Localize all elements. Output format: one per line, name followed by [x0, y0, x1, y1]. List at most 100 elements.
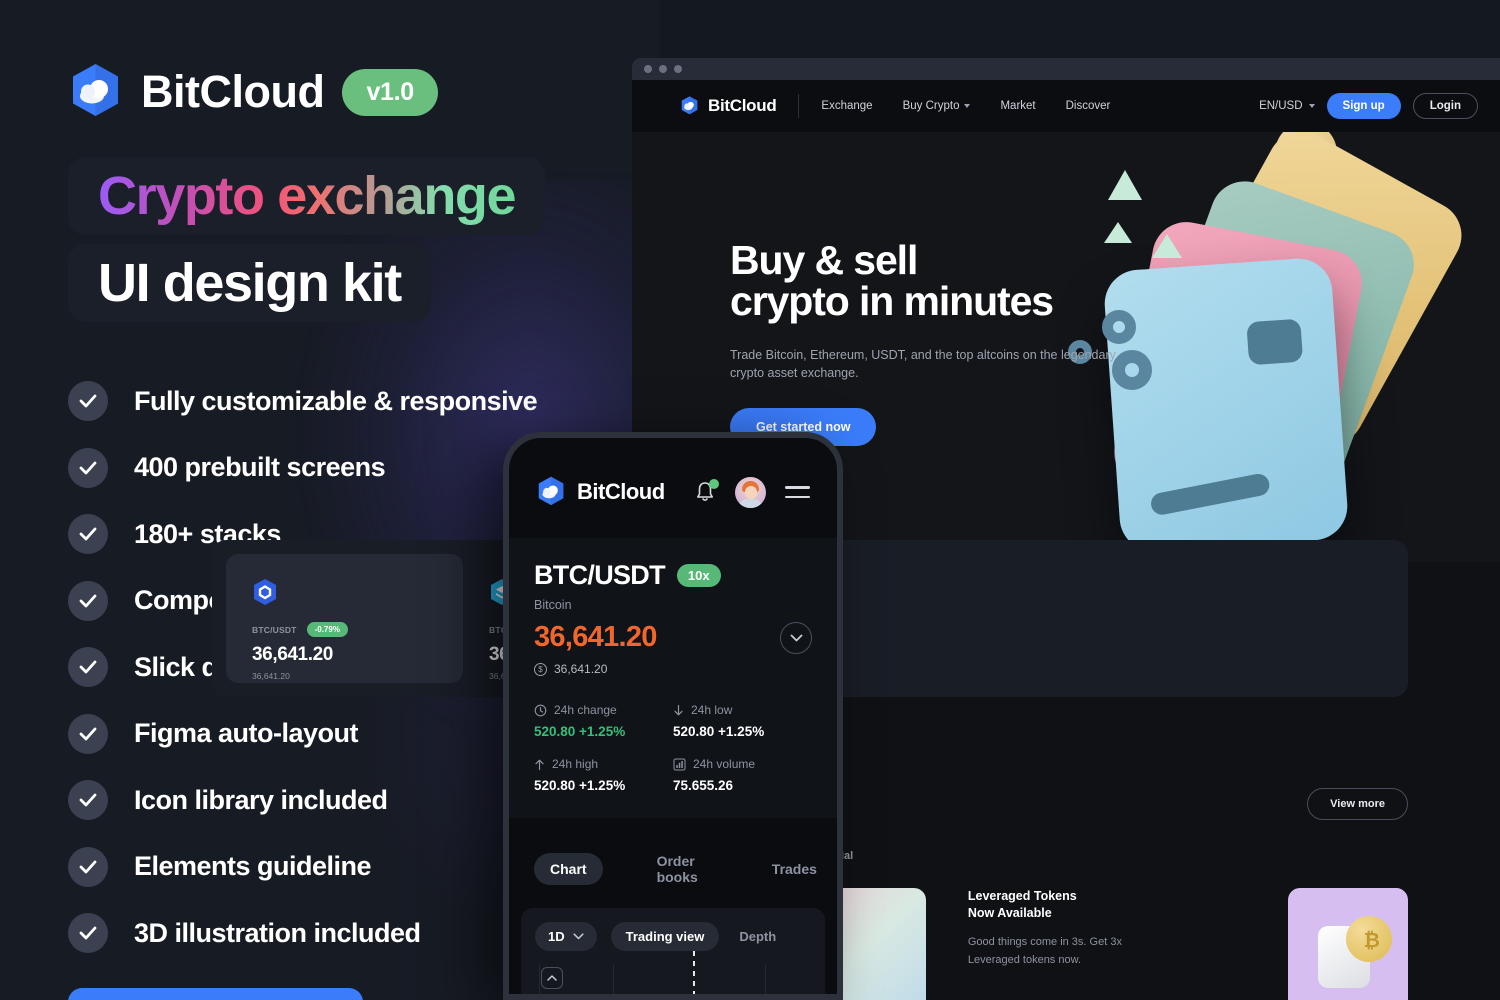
clock-icon — [534, 704, 547, 716]
chart-view-trading[interactable]: Trading view — [610, 922, 720, 951]
stat-label: 24h change — [554, 703, 617, 717]
window-minimize-dot-icon[interactable] — [659, 65, 667, 73]
feature-label: Figma auto-layout — [134, 718, 359, 749]
window-maximize-dot-icon[interactable] — [674, 65, 682, 73]
market-stats-grid: 24h change 520.80 +1.25% 24h low 520.80 … — [534, 703, 812, 793]
pair-header: BTC/USDT 10x — [534, 560, 812, 591]
hero-subtitle: Trade Bitcoin, Ethereum, USDT, and the t… — [730, 348, 1116, 381]
tab-order-books[interactable]: Order books — [641, 845, 714, 893]
nav-link-discover[interactable]: Discover — [1066, 100, 1111, 112]
stat-label: 24h volume — [693, 757, 756, 771]
chevron-down-icon — [964, 104, 971, 108]
tab-chart[interactable]: Chart — [534, 853, 603, 885]
stat-cell: 24h change 520.80 +1.25% — [534, 703, 673, 739]
headline-crypto-exchange: Crypto exchange — [98, 166, 517, 226]
stat-value: 520.80 +1.25% — [673, 724, 765, 739]
price-usd-row: $ 36,641.20 — [534, 662, 812, 676]
stat-label-row: 24h change — [534, 703, 673, 717]
pyramid-decoration — [1108, 170, 1142, 200]
view-more-button[interactable]: View more — [1307, 788, 1408, 820]
cloud-hexagon-icon — [538, 476, 564, 506]
feature-label: Elements guideline — [134, 851, 372, 882]
chart-view-depth[interactable]: Depth — [733, 922, 782, 951]
version-badge: v1.0 — [342, 68, 438, 116]
interval-selector[interactable]: 1D — [535, 922, 597, 951]
phone-brand[interactable]: BitCloud — [536, 476, 665, 508]
arrow-up-icon — [535, 759, 544, 770]
collapse-chart-button[interactable] — [541, 967, 563, 989]
nav-link-exchange[interactable]: Exchange — [821, 100, 872, 112]
hero-title-line2: crypto in minutes — [730, 278, 1054, 324]
card-chip-decoration — [1246, 318, 1304, 366]
interval-label: 1D — [548, 929, 565, 944]
price-usd: 36,641.20 — [554, 662, 608, 676]
hero-copy: Buy & sell crypto in minutes Trade Bitco… — [730, 240, 1150, 447]
chevron-down-icon — [573, 933, 584, 940]
tab-trades[interactable]: Trades — [756, 853, 833, 885]
primary-cta-button[interactable] — [68, 988, 363, 1000]
stat-value: 520.80 +1.25% — [534, 778, 626, 793]
hamburger-menu-icon[interactable] — [785, 486, 810, 498]
signup-button[interactable]: Sign up — [1326, 93, 1401, 119]
nav-link-buy-crypto[interactable]: Buy Crypto — [903, 100, 971, 112]
feature-item: Fully customizable & responsive — [68, 368, 538, 435]
chevron-down-icon — [790, 634, 802, 641]
nav-link-label: Discover — [1065, 100, 1111, 112]
chevron-up-icon — [547, 975, 557, 981]
stat-label: 24h high — [552, 757, 599, 771]
promo-body-line2: Leveraged tokens now. — [967, 954, 1081, 967]
arrow-down-icon — [674, 704, 683, 715]
chevron-down-icon — [1308, 104, 1315, 108]
site-navbar: BitCloud Exchange Buy Crypto Market Disc… — [632, 80, 1500, 132]
phone-brand-name: BitCloud — [577, 479, 665, 504]
navbar-actions: EN/USD Sign up Login — [1259, 93, 1478, 119]
headline-band-1: Crypto exchange — [68, 157, 546, 235]
stat-cell: 24h volume 75.655.26 — [673, 757, 812, 793]
language-label: EN/USD — [1259, 100, 1303, 112]
current-price: 36,641.20 — [534, 621, 657, 653]
card-stripe-decoration — [1149, 472, 1272, 517]
stat-cell: 24h low 520.80 +1.25% — [673, 703, 812, 739]
window-close-dot-icon[interactable] — [644, 65, 652, 73]
stat-label-row: 24h low — [673, 703, 812, 717]
nav-link-label: Exchange — [821, 100, 873, 112]
feature-label: Fully customizable & responsive — [134, 385, 538, 416]
notification-bell-icon[interactable] — [694, 479, 719, 504]
avatar-body — [739, 498, 762, 508]
brand-lockup: BitCloud v1.0 — [68, 63, 438, 121]
chart-crosshair-dashed — [693, 951, 695, 994]
avatar[interactable] — [735, 476, 766, 508]
stat-label: 24h low — [691, 703, 733, 717]
nav-link-label: Buy Crypto — [902, 100, 960, 112]
check-icon — [68, 713, 108, 754]
headline-ui-design-kit: UI design kit — [98, 253, 402, 313]
language-currency-selector[interactable]: EN/USD — [1259, 100, 1315, 112]
promo-card-illustration[interactable]: ₿ — [1287, 888, 1409, 1000]
chart-gridline-vertical — [539, 965, 540, 994]
promo-block: Leveraged Tokens Now Available Good thin… — [968, 888, 1246, 1000]
feature-item: Elements guideline — [68, 834, 537, 901]
phone-appbar-actions — [694, 476, 810, 508]
navbar-brand[interactable]: BitCloud — [680, 96, 777, 116]
login-button[interactable]: Login — [1412, 93, 1478, 119]
feature-label: 400 prebuilt screens — [134, 452, 386, 483]
expand-price-button[interactable] — [780, 621, 812, 654]
stat-cell: 24h high 520.80 +1.25% — [534, 757, 673, 793]
pyramid-decoration — [1152, 234, 1182, 258]
check-icon — [68, 447, 108, 488]
bar-chart-icon — [673, 758, 686, 770]
chart-gridline-vertical — [765, 965, 766, 994]
promo-title-line2: Now Available — [967, 905, 1052, 920]
brand-name: BitCloud — [141, 66, 325, 117]
ticker-card[interactable]: BTC/USDT -0.79% 36,641.20 36,641.20 — [226, 554, 463, 683]
stat-value: 520.80 +1.25% — [534, 724, 626, 739]
check-icon — [68, 580, 108, 621]
nav-link-market[interactable]: Market — [1000, 100, 1035, 112]
check-icon — [68, 514, 108, 555]
notification-dot-icon — [709, 479, 719, 489]
feature-item: Figma auto-layout — [68, 701, 537, 768]
chart-controls: 1D Trading view Depth — [535, 922, 811, 951]
candlestick-chart[interactable]: 36,400.00 — [535, 951, 811, 994]
check-icon — [68, 913, 108, 954]
feature-item: Icon library included — [68, 767, 537, 834]
